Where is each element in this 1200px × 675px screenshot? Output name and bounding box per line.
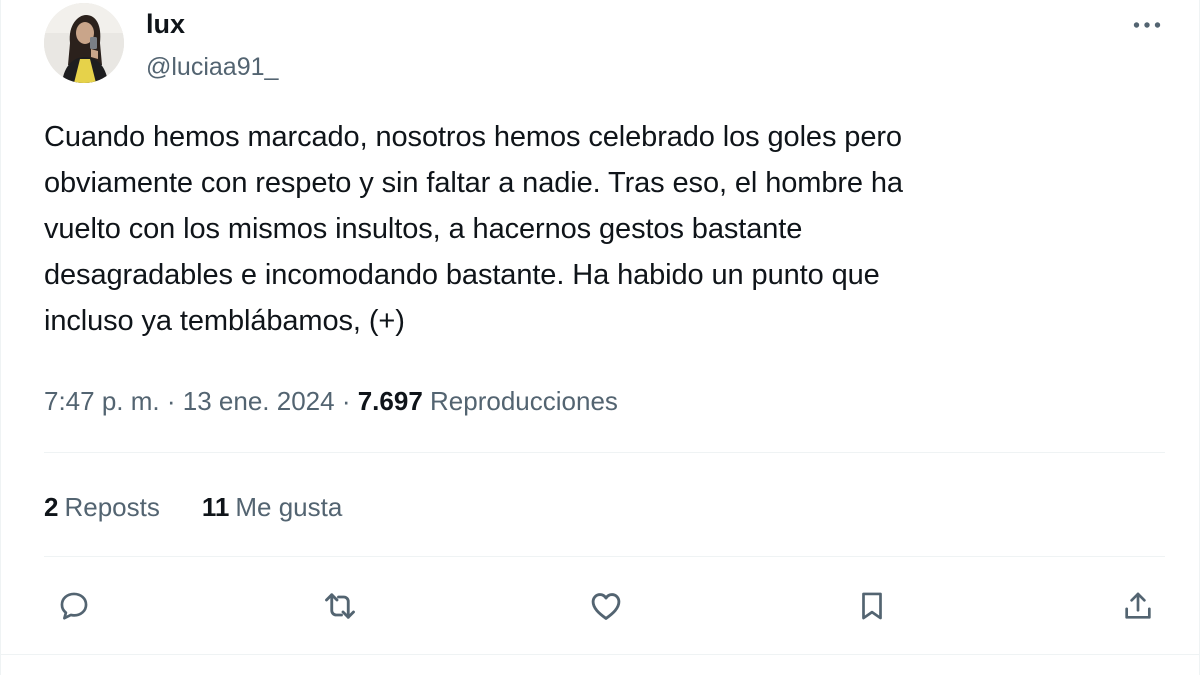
- tweet-meta: 7:47 p. m. · 13 ene. 2024 · 7.697 Reprod…: [44, 380, 618, 422]
- reposts-label: Reposts: [64, 492, 160, 522]
- like-button[interactable]: [578, 578, 634, 634]
- tweet-stats: 2 Reposts 11 Me gusta: [44, 486, 384, 528]
- share-button[interactable]: [1110, 578, 1166, 634]
- avatar[interactable]: [44, 3, 124, 83]
- divider: [44, 556, 1165, 557]
- heart-icon: [591, 593, 621, 620]
- meta-separator: ·: [166, 386, 176, 416]
- tweet-time[interactable]: 7:47 p. m.: [44, 386, 160, 416]
- reply-icon: [60, 592, 88, 620]
- author-display-name[interactable]: lux: [146, 7, 278, 41]
- meta-separator: ·: [341, 386, 351, 416]
- author-names: lux @luciaa91_: [146, 7, 278, 84]
- divider: [44, 452, 1165, 453]
- reposts-stat[interactable]: 2 Reposts: [44, 486, 160, 528]
- reposts-count: 2: [44, 492, 59, 522]
- likes-count: 11: [201, 492, 230, 522]
- views-count: 7.697: [357, 386, 423, 416]
- tweet-date[interactable]: 13 ene. 2024: [183, 386, 335, 416]
- tweet-text: Cuando hemos marcado, nosotros hemos cel…: [44, 121, 903, 337]
- bookmark-button[interactable]: [844, 578, 900, 634]
- action-bar: [1, 578, 1200, 634]
- likes-label: Me gusta: [235, 492, 343, 522]
- repost-button[interactable]: [312, 578, 368, 634]
- repost-icon: [325, 593, 355, 619]
- bookmark-icon: [862, 592, 882, 620]
- views-label: Reproducciones: [430, 386, 618, 416]
- reply-button[interactable]: [46, 578, 102, 634]
- bottom-divider: [1, 654, 1199, 655]
- tweet-detail: lux @luciaa91_ Cuando hemos marcado, nos…: [0, 0, 1200, 675]
- more-options-button[interactable]: [1125, 7, 1169, 43]
- share-icon: [1125, 592, 1151, 619]
- avatar-photo: [44, 3, 124, 83]
- author-handle[interactable]: @luciaa91_: [146, 50, 278, 84]
- tweet-header: lux @luciaa91_: [44, 3, 1169, 85]
- likes-stat[interactable]: 11 Me gusta: [202, 486, 342, 528]
- more-horizontal-icon: [1133, 22, 1161, 28]
